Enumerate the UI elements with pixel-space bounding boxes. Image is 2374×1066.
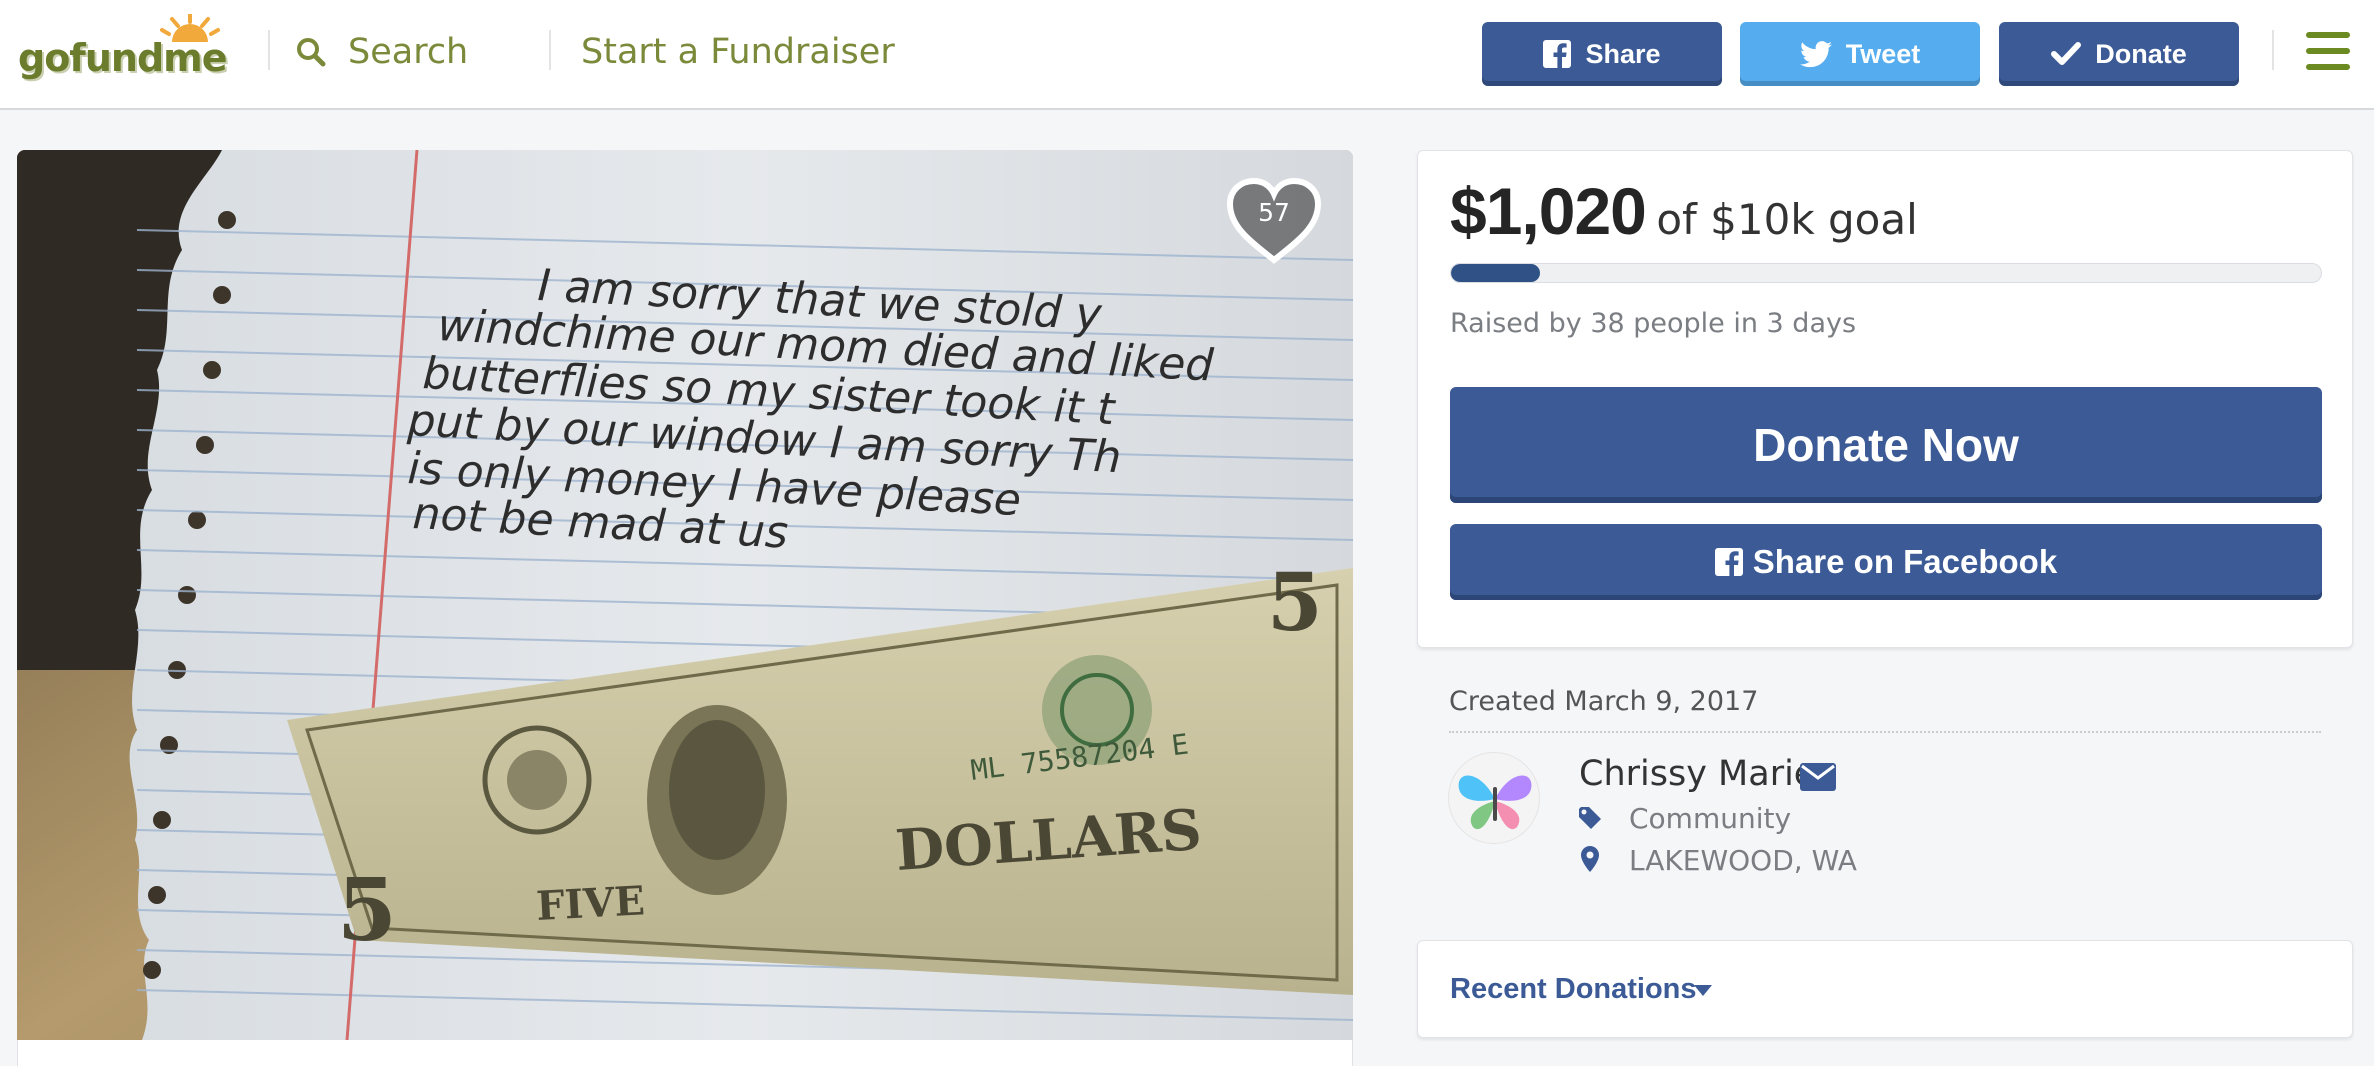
tweet-label: Tweet	[1845, 38, 1921, 69]
raised-by-text: Raised by 38 people in 3 days	[1450, 308, 1857, 339]
svg-text:5: 5	[337, 860, 397, 961]
site-header: gofundme Search Start a Fundraiser Share…	[0, 0, 2374, 110]
share-button[interactable]: Share	[1482, 22, 1722, 86]
location-text: LAKEWOOD, WA	[1629, 844, 1857, 877]
photo-caption-bar	[17, 1040, 1353, 1066]
header-divider	[268, 30, 270, 70]
logo-text: gofundme	[18, 36, 228, 80]
svg-text:5: 5	[1267, 555, 1323, 649]
caret-down-icon	[1694, 985, 1712, 996]
note-and-bill-image: I am sorry that we stold y windchime our…	[17, 150, 1353, 1040]
divider	[1449, 731, 2321, 733]
heart-count[interactable]: 57	[1224, 198, 1324, 227]
donate-now-button[interactable]: Donate Now	[1450, 387, 2322, 503]
search-icon	[297, 38, 326, 67]
butterfly-icon	[1458, 775, 1532, 830]
share-on-facebook-label: Share on Facebook	[1752, 543, 2058, 580]
search-field[interactable]: Search	[296, 30, 468, 74]
avatar[interactable]	[1448, 752, 1540, 844]
campaign-photo: I am sorry that we stold y windchime our…	[17, 150, 1353, 1040]
tweet-button[interactable]: Tweet	[1740, 22, 1980, 86]
gofundme-logo[interactable]: gofundme	[18, 14, 238, 84]
hamburger-menu-icon[interactable]	[2306, 32, 2350, 70]
recent-donations-panel[interactable]: Recent Donations	[1417, 940, 2353, 1038]
raised-amount: $1,020	[1450, 174, 1647, 248]
donation-card: $1,020 of $10k goal Raised by 38 people …	[1417, 150, 2353, 648]
map-pin-icon	[1581, 846, 1599, 872]
created-date: Created March 9, 2017	[1449, 686, 1759, 717]
search-label: Search	[348, 32, 469, 72]
facebook-icon	[1543, 40, 1572, 68]
header-divider	[549, 30, 551, 70]
start-fundraiser-link[interactable]: Start a Fundraiser	[581, 32, 895, 72]
share-label: Share	[1585, 38, 1661, 69]
mail-icon[interactable]	[1800, 763, 1836, 791]
share-on-facebook-button[interactable]: Share on Facebook	[1450, 524, 2322, 600]
bill-five: FIVE	[535, 877, 646, 930]
category-link[interactable]: Community	[1629, 802, 1791, 835]
tag-icon	[1579, 807, 1601, 829]
progress-fill	[1451, 264, 1540, 282]
organizer-name[interactable]: Chrissy Marie	[1579, 754, 1815, 794]
header-donate-button[interactable]: Donate	[1999, 22, 2239, 86]
goal-text: of $10k goal	[1656, 195, 1918, 244]
progress-bar	[1450, 263, 2322, 283]
header-divider	[2272, 30, 2274, 70]
twitter-icon	[1799, 40, 1832, 67]
donate-label: Donate	[2095, 38, 2187, 69]
checkmark-icon	[2051, 42, 2082, 65]
recent-donations-label: Recent Donations	[1450, 973, 1697, 1005]
amount-row: $1,020 of $10k goal	[1450, 173, 1918, 249]
facebook-icon	[1714, 548, 1743, 576]
